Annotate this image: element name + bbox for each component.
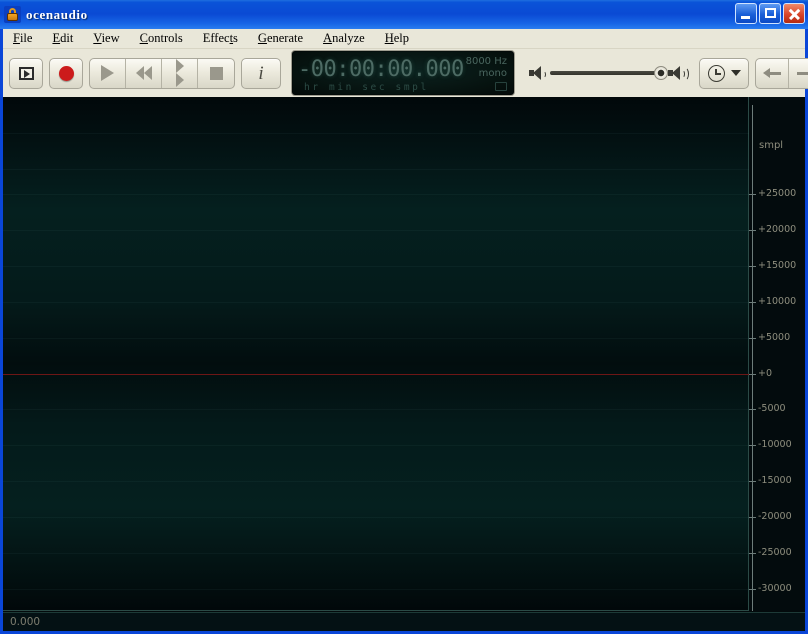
ruler-tick-label: +10000: [758, 296, 797, 307]
record-icon: [58, 65, 74, 81]
status-bar: 0.000: [3, 612, 805, 631]
transport-controls: [89, 57, 235, 89]
play-button[interactable]: [90, 58, 126, 88]
ruler-tick-label: +15000: [758, 260, 797, 271]
ruler-tick-label: +20000: [758, 224, 797, 235]
history-button[interactable]: [699, 57, 749, 89]
stop-button[interactable]: [198, 59, 234, 88]
zero-amplitude-line: [3, 374, 749, 375]
menu-item-generate[interactable]: Generate: [249, 30, 312, 48]
speaker-low-icon: [529, 66, 546, 80]
menu-item-analyze[interactable]: Analyze: [314, 30, 374, 48]
maximize-button[interactable]: [759, 3, 781, 24]
main-toolbar: i -00:00:00.000 hr min sec smpl 8000 Hz …: [3, 49, 808, 97]
ruler-axis: [752, 105, 753, 611]
ruler-tick-label: -10000: [758, 439, 792, 450]
menu-item-effects[interactable]: Effects: [194, 30, 247, 48]
play-icon: [101, 65, 114, 81]
volume-slider-handle[interactable]: [654, 66, 668, 80]
ruler-tick-label: -5000: [758, 403, 786, 414]
volume-slider[interactable]: [550, 66, 668, 80]
record-button[interactable]: [49, 57, 83, 89]
info-button[interactable]: i: [241, 57, 281, 89]
menu-item-controls[interactable]: Controls: [131, 30, 192, 48]
menu-item-edit[interactable]: Edit: [43, 30, 82, 48]
minimize-icon: [736, 4, 756, 23]
rewind-button[interactable]: [126, 58, 162, 88]
time-value: -00:00:00.000: [298, 57, 464, 82]
speaker-high-icon: [668, 66, 689, 81]
forward-nav-button[interactable]: [789, 59, 808, 88]
arrow-left-icon: [763, 67, 781, 79]
sample-rate-label: 8000 Hz: [465, 56, 507, 67]
menu-bar: File Edit View Controls Effects Generate…: [3, 29, 805, 49]
vertical-ruler[interactable]: smpl +25000 +20000 +15000 +10000 +5000 +…: [749, 97, 805, 611]
ruler-tick-label: +25000: [758, 188, 797, 199]
time-unit-labels: hr min sec smpl: [304, 82, 429, 93]
window-controls: [735, 3, 805, 24]
navigation-controls: [755, 57, 808, 89]
ruler-unit-label: smpl: [759, 140, 784, 151]
menu-item-file[interactable]: File: [4, 30, 41, 48]
ruler-tick-label: +5000: [758, 332, 791, 343]
export-icon: [18, 66, 34, 80]
waveform-area: smpl +25000 +20000 +15000 +10000 +5000 +…: [3, 97, 805, 631]
app-lock-icon: [4, 6, 21, 23]
back-button[interactable]: [756, 58, 789, 88]
time-display[interactable]: -00:00:00.000 hr min sec smpl 8000 Hz mo…: [291, 50, 515, 96]
stop-icon: [209, 66, 223, 80]
cursor-position-label: 0.000: [10, 616, 41, 628]
ruler-tick-label: -25000: [758, 547, 792, 558]
info-icon: i: [258, 62, 264, 84]
clock-icon: [707, 64, 725, 82]
menu-item-view[interactable]: View: [84, 30, 128, 48]
audio-format-info: 8000 Hz mono: [466, 56, 507, 80]
close-icon: [784, 4, 804, 23]
arrow-right-icon: [796, 67, 808, 79]
close-button[interactable]: [783, 3, 805, 24]
title-bar: ocenaudio: [0, 0, 808, 29]
channel-mode-label: mono: [478, 68, 507, 79]
channel-indicator-icon: [495, 82, 507, 91]
menu-item-help[interactable]: Help: [376, 30, 418, 48]
minimize-button[interactable]: [735, 3, 757, 24]
rewind-icon: [135, 66, 152, 80]
export-button[interactable]: [9, 57, 43, 89]
ocenaudio-window: ocenaudio File Edit View Controls Effect…: [0, 0, 808, 634]
fast-forward-icon: [175, 59, 184, 87]
ruler-tick-label: -30000: [758, 583, 792, 594]
ruler-tick-label: -20000: [758, 511, 792, 522]
chevron-down-icon: [730, 70, 741, 76]
maximize-icon: [760, 4, 780, 23]
waveform-canvas[interactable]: [3, 97, 749, 611]
ruler-tick-label: +0: [758, 368, 773, 379]
volume-control: [529, 66, 689, 81]
forward-button[interactable]: [162, 58, 198, 88]
window-title: ocenaudio: [26, 6, 88, 22]
ruler-tick-label: -15000: [758, 475, 792, 486]
